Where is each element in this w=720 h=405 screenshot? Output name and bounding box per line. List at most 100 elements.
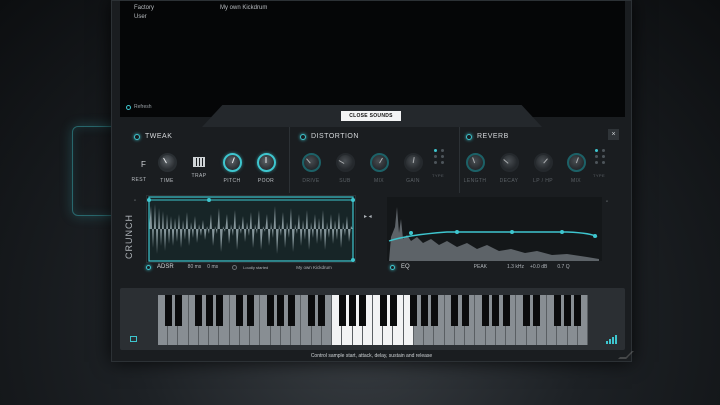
piano-black-key[interactable] xyxy=(205,295,213,326)
reverb-knob-mix[interactable]: MIX xyxy=(563,153,589,184)
loop-icon[interactable] xyxy=(232,264,238,270)
knob-label: LP / HP xyxy=(533,178,553,184)
distortion-power-icon[interactable] xyxy=(300,133,306,140)
piano-black-key[interactable] xyxy=(215,295,223,326)
distortion-type-selector[interactable] xyxy=(434,149,445,164)
distortion-knob-sub[interactable]: SUB xyxy=(332,153,358,184)
distortion-knob-drive[interactable]: DRIVE xyxy=(298,153,324,184)
piano-black-key[interactable] xyxy=(379,295,387,326)
tweak-f-label: F xyxy=(141,160,146,169)
eq-q[interactable]: 0.7 Q xyxy=(557,264,569,270)
tweak-knob-time[interactable]: TIME xyxy=(154,153,180,184)
knob-dial[interactable] xyxy=(369,153,389,172)
piano-keyboard[interactable] xyxy=(158,295,588,345)
close-icon[interactable]: × xyxy=(608,129,619,140)
knob-dial[interactable] xyxy=(403,153,423,172)
piano-black-key[interactable] xyxy=(553,295,561,326)
piano-black-key[interactable] xyxy=(349,295,357,326)
knob-label: LENGTH xyxy=(463,178,487,184)
reverb-knob-lp-hp[interactable]: LP / HP xyxy=(530,153,556,184)
wave-power-icon[interactable]: ◦ xyxy=(134,198,136,204)
distortion-knob-gain[interactable]: GAIN xyxy=(400,153,426,184)
piano-black-key[interactable] xyxy=(174,295,182,326)
level-meter-icon xyxy=(606,335,617,344)
tweak-knob-trap[interactable]: TRAP xyxy=(186,153,212,179)
eq-display[interactable] xyxy=(387,197,602,261)
tweak-knob-pitch[interactable]: PITCH xyxy=(219,153,245,184)
knob-dial[interactable] xyxy=(465,153,485,172)
piano-black-key[interactable] xyxy=(502,295,510,326)
reverb-knob-decay[interactable]: DECAY xyxy=(496,153,522,184)
reverb-type-selector[interactable] xyxy=(595,149,606,164)
piano-black-key[interactable] xyxy=(430,295,438,326)
wave-title: CRUNCH xyxy=(124,214,134,259)
adsr-attack-value[interactable]: 80 ms xyxy=(188,264,202,270)
knob-dial[interactable] xyxy=(533,153,553,172)
category-list: Factory User xyxy=(134,4,154,22)
tweak-knob-rest[interactable]: REST xyxy=(126,171,152,183)
piano-black-key[interactable] xyxy=(410,295,418,326)
adsr-row: ADSR 80 ms 0 ms Loudly started My own Ki… xyxy=(146,264,332,270)
eq-band-type[interactable]: PEAK xyxy=(474,264,487,270)
reverb-section: REVERB LENGTH DECAY LP / HP MIX TYPE xyxy=(460,127,625,193)
close-sounds-button[interactable]: CLOSE SOUNDS xyxy=(341,111,401,121)
reverb-header: REVERB xyxy=(466,133,509,140)
eq-row-power-icon[interactable] xyxy=(390,264,395,270)
piano-black-key[interactable] xyxy=(318,295,326,326)
piano-black-key[interactable] xyxy=(338,295,346,326)
piano-black-key[interactable] xyxy=(277,295,285,326)
piano-black-key[interactable] xyxy=(236,295,244,326)
piano-black-key[interactable] xyxy=(389,295,397,326)
knob-dial[interactable] xyxy=(499,153,519,172)
reverb-knob-length[interactable]: LENGTH xyxy=(462,153,488,184)
status-bar-text: Control sample start, attack, delay, sus… xyxy=(310,353,433,359)
piano-black-key[interactable] xyxy=(164,295,172,326)
knob-dial[interactable] xyxy=(222,153,242,172)
sample-nav-icon[interactable]: ▸ ◂ xyxy=(364,213,372,220)
piano-black-key[interactable] xyxy=(359,295,367,326)
distortion-section: DISTORTION DRIVE SUB MIX GAIN TYPE xyxy=(290,127,460,193)
tweak-title: TWEAK xyxy=(145,133,173,140)
preset-item[interactable]: My own Kickdrum xyxy=(220,4,267,13)
eq-freq[interactable]: 1.3 kHz xyxy=(507,264,524,270)
category-user[interactable]: User xyxy=(134,13,154,22)
tweak-power-icon[interactable] xyxy=(134,133,140,140)
knob-dial[interactable] xyxy=(335,153,355,172)
reverb-power-icon[interactable] xyxy=(466,133,472,140)
tweak-knob-poor[interactable]: POOR xyxy=(253,153,279,184)
adsr-decay-value[interactable]: 0 ms xyxy=(207,264,218,270)
knob-dial[interactable] xyxy=(256,153,276,172)
piano-black-key[interactable] xyxy=(533,295,541,326)
piano-black-key[interactable] xyxy=(451,295,459,326)
waveform-display[interactable] xyxy=(146,195,356,263)
distortion-knob-mix[interactable]: MIX xyxy=(366,153,392,184)
knob-dial[interactable] xyxy=(301,153,321,172)
eq-power-icon[interactable]: ◦ xyxy=(606,199,608,205)
piano-black-key[interactable] xyxy=(267,295,275,326)
tweak-section: TWEAK F REST TIME TRAP PITCH POOR xyxy=(120,127,290,193)
adsr-power-icon[interactable] xyxy=(146,264,151,270)
piano-black-key[interactable] xyxy=(287,295,295,326)
piano-black-key[interactable] xyxy=(482,295,490,326)
piano-black-key[interactable] xyxy=(246,295,254,326)
refresh-button[interactable]: Refresh xyxy=(126,104,152,110)
piano-black-key[interactable] xyxy=(308,295,316,326)
piano-black-key[interactable] xyxy=(195,295,203,326)
knob-label: MIX xyxy=(373,178,385,184)
piano-black-key[interactable] xyxy=(523,295,531,326)
eq-gain[interactable]: +0.0 dB xyxy=(530,264,547,270)
piano-black-key[interactable] xyxy=(492,295,500,326)
eq-graphic xyxy=(388,207,599,261)
knob-label: TRAP xyxy=(191,173,207,179)
piano-black-key[interactable] xyxy=(461,295,469,326)
category-factory[interactable]: Factory xyxy=(134,4,154,13)
piano-black-key[interactable] xyxy=(420,295,428,326)
knob-dial[interactable] xyxy=(566,153,586,172)
sound-browser: Factory User My own Kickdrum Refresh xyxy=(120,1,625,117)
lock-icon[interactable] xyxy=(130,336,137,342)
refresh-label: Refresh xyxy=(134,104,152,110)
knob-dial[interactable] xyxy=(157,153,177,172)
piano-black-key[interactable] xyxy=(574,295,582,326)
adsr-sample-name: My own Kickdrum xyxy=(296,264,332,270)
piano-black-key[interactable] xyxy=(564,295,572,326)
